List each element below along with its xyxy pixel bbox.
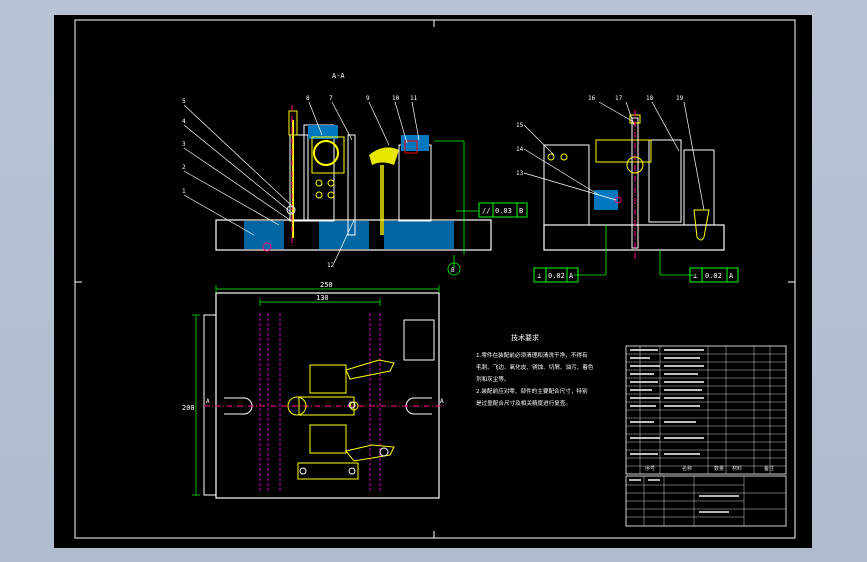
top-screw-1 [299,467,307,475]
tech-req-line-4: 2.装配前应对零、部件的主要配合尺寸，特别 [476,387,588,395]
cad-viewport[interactable]: A-A 5 4 3 2 1 8 7 9 10 11 12 B // 0.03 B… [54,15,812,548]
perp-right-datum: A [729,272,734,280]
dim-overall-width: 250 [320,281,333,289]
balloon-16: 16 [588,95,596,102]
side-right-block [648,139,682,223]
balloon-2: 2 [182,164,186,171]
balloon-1: 1 [182,188,186,195]
stud-3 [315,191,323,199]
section-view-label: A-A [332,72,345,80]
balloon-15: 15 [516,122,524,129]
side-stud-2 [560,153,568,161]
perp-left-datum: A [569,272,574,280]
clamp-rod [380,165,384,235]
title-block-fill [629,479,739,513]
balloon-7: 7 [329,95,333,102]
tech-req-line-3: 剂和灰尘等。 [476,375,510,383]
balloon-4: 4 [182,118,186,125]
drawing-canvas: A-A 5 4 3 2 1 8 7 9 10 11 12 B // 0.03 B… [74,19,796,539]
perp-right-symbol: ⊥ [693,272,697,280]
workpiece-outline [311,136,345,174]
datum-b-label: B [451,267,455,274]
side-hatch-block [594,190,618,210]
stud-1 [315,179,323,187]
balloon-19: 19 [676,95,684,102]
bill-of-materials: 序号 名称 数量 材料 备注 [625,345,787,527]
front-section-view: A-A 5 4 3 2 1 8 7 9 10 11 12 B // 0.03 B [182,72,528,276]
bom-col-material: 材料 [732,465,742,472]
tolerance-frame-perp-left: ⊥ 0.02 A [533,267,579,283]
tech-req-line-2: 毛刺、飞边、氧化皮、锈蚀、切屑、油污、着色 [476,363,594,371]
parallel-value: 0.03 [495,207,512,215]
bom-col-remark: 备注 [764,465,774,472]
section-marker-left: A [206,398,210,405]
clamp-lever [369,147,399,165]
top-base-plate [215,292,440,499]
side-workpiece [595,139,652,163]
balloon-18: 18 [646,95,654,102]
stud-2 [327,179,335,187]
technical-requirements: 技术要求 1.零件在装配前必须清理和清洗干净，不得有 毛刺、飞边、氧化皮、锈蚀、… [476,333,594,407]
top-left-ledge [203,314,217,496]
balloon-3: 3 [182,141,186,148]
perp-right-value: 0.02 [705,272,722,280]
balloon-11: 11 [410,95,418,102]
tolerance-frame-perp-right: ⊥ 0.02 A [689,267,739,283]
top-clamp-upper [309,364,347,394]
balloon-5: 5 [182,98,186,105]
balloon-12: 12 [327,262,335,269]
bom-col-name: 名称 [682,465,692,472]
balloon-labels-side: 16 17 18 19 15 14 13 [516,95,684,177]
parallel-datum: B [519,207,523,215]
side-stud-1 [547,153,555,161]
side-view: 16 17 18 19 15 14 13 ⊥ 0.02 A ⊥ 0.02 A [516,95,739,283]
tolerance-leader-front [434,140,479,276]
section-marker-right: A [440,398,444,405]
top-pin [379,447,389,457]
bom-col-no: 序号 [645,465,655,472]
dim-inner-width: 130 [316,294,329,302]
balloon-13: 13 [516,170,524,177]
tolerance-frame-parallel: // 0.03 B [478,202,528,218]
perp-left-symbol: ⊥ [537,272,541,280]
top-screw-2 [348,467,356,475]
balloon-10: 10 [392,95,400,102]
parallel-symbol: // [482,207,490,215]
hidden-lines-top [259,313,381,493]
top-right-block [403,319,435,361]
title-block-grid [626,476,786,526]
right-block [398,144,432,222]
balloon-8: 8 [306,95,310,102]
top-clamp-lower [309,424,347,454]
tech-req-line-1: 1.零件在装配前必须清理和清洗干净，不得有 [476,351,588,359]
tech-req-title: 技术要求 [511,333,539,342]
side-far-block [683,149,715,226]
tech-req-line-5: 是过盈配合尺寸及相关精度进行复查。 [476,399,571,407]
balloon-14: 14 [516,146,524,153]
balloon-9: 9 [366,95,370,102]
stud-4 [327,191,335,199]
balloon-17: 17 [615,95,623,102]
perp-left-value: 0.02 [548,272,565,280]
bom-col-qty: 数量 [714,465,724,472]
top-view: 250 130 200 A A [182,281,444,499]
dim-height: 200 [182,404,195,412]
